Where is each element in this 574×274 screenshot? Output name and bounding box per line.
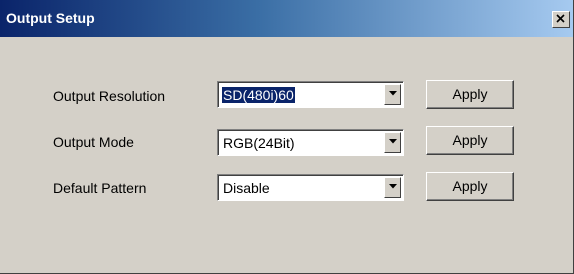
chevron-down-icon	[388, 91, 397, 96]
default-pattern-value: Disable	[223, 180, 270, 196]
output-mode-value: RGB(24Bit)	[223, 135, 295, 151]
apply-pattern-button[interactable]: Apply	[426, 172, 514, 201]
close-button[interactable]	[552, 11, 570, 28]
chevron-down-icon	[388, 184, 397, 189]
title-bar[interactable]: Output Setup	[0, 0, 573, 37]
output-resolution-value: SD(480i)60	[222, 87, 295, 103]
apply-mode-button[interactable]: Apply	[426, 126, 514, 155]
output-mode-label: Output Mode	[53, 134, 134, 150]
window-title: Output Setup	[6, 10, 95, 26]
default-pattern-label: Default Pattern	[53, 180, 147, 196]
output-resolution-label: Output Resolution	[53, 88, 166, 104]
chevron-down-icon	[388, 139, 397, 144]
apply-resolution-button[interactable]: Apply	[426, 80, 514, 109]
default-pattern-dropdown[interactable]: Disable	[217, 174, 404, 201]
output-resolution-dropdown[interactable]: SD(480i)60	[217, 81, 404, 108]
output-mode-dropdown[interactable]: RGB(24Bit)	[217, 129, 404, 156]
output-mode-dropdown-button[interactable]	[384, 132, 401, 153]
close-x-icon	[556, 14, 565, 23]
output-resolution-dropdown-button[interactable]	[384, 84, 401, 105]
default-pattern-dropdown-button[interactable]	[384, 177, 401, 198]
output-setup-dialog: Output Setup Output Resolution SD(480i)6…	[0, 0, 574, 274]
